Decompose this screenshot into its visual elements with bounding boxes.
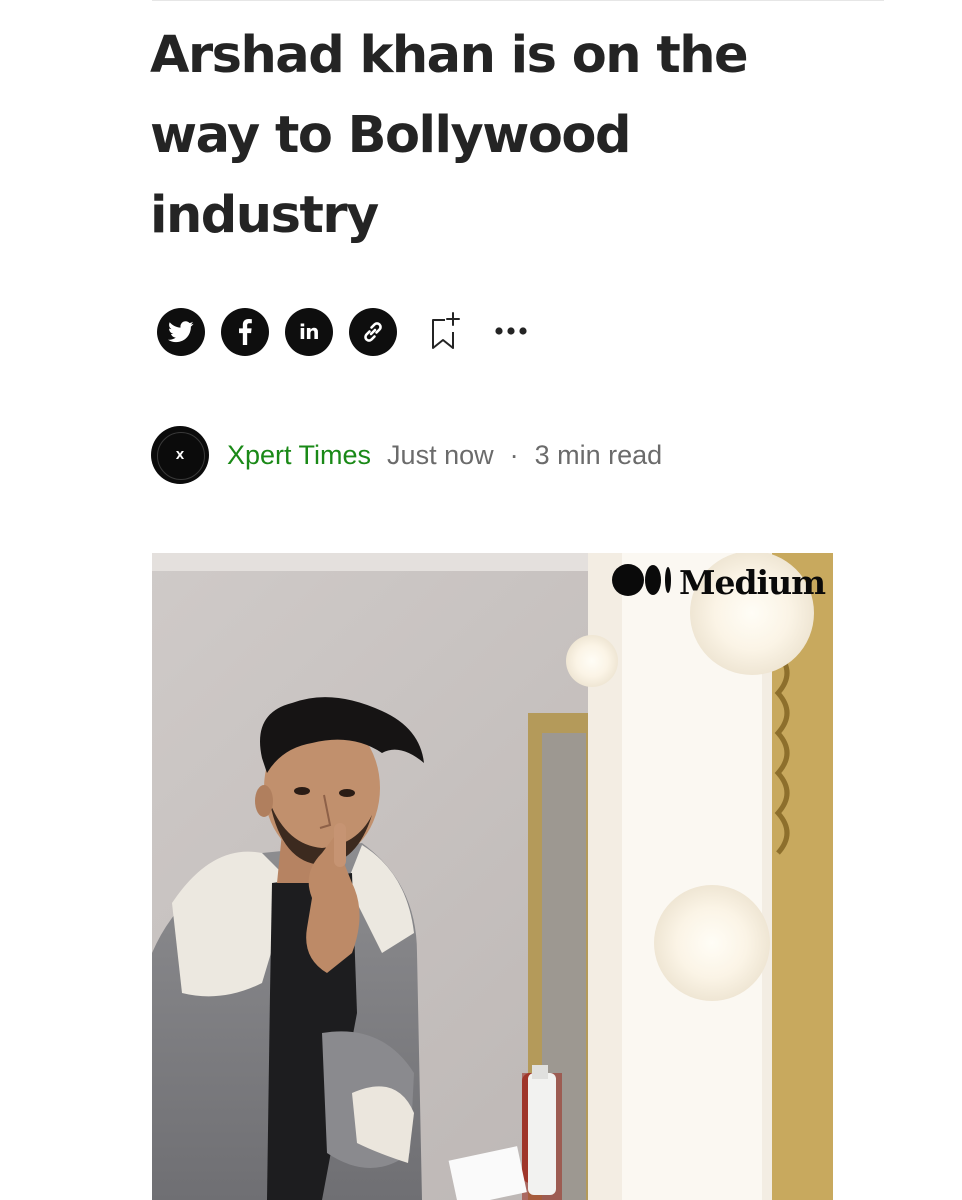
byline: X Xpert Times Just now · 3 min read — [151, 426, 662, 484]
posted-time: Just now — [387, 439, 494, 470]
meta-separator: · — [509, 439, 519, 470]
bookmark-plus-icon — [429, 310, 461, 355]
author-link[interactable]: Xpert Times — [227, 440, 371, 471]
share-bar: in — [157, 308, 529, 356]
copy-link-button[interactable] — [349, 308, 397, 356]
facebook-icon — [238, 319, 252, 345]
medium-logo-icon — [611, 563, 673, 602]
share-facebook-button[interactable] — [221, 308, 269, 356]
medium-watermark: Medium — [611, 563, 826, 602]
avatar-letter: X — [175, 448, 185, 462]
save-button[interactable] — [429, 310, 461, 355]
hero-photo — [152, 553, 833, 1200]
more-options-button[interactable] — [493, 312, 529, 352]
author-avatar[interactable]: X — [151, 426, 209, 484]
read-time: 3 min read — [534, 439, 663, 470]
link-icon — [359, 318, 387, 346]
medium-wordmark: Medium — [678, 563, 826, 602]
article-title: Arshad khan is on the way to Bollywood i… — [150, 26, 749, 245]
linkedin-icon: in — [298, 320, 320, 344]
share-twitter-button[interactable] — [157, 308, 205, 356]
more-horizontal-icon — [494, 323, 528, 341]
top-divider — [152, 0, 884, 1]
twitter-icon — [168, 321, 194, 343]
hero-image: Medium — [152, 553, 833, 1200]
share-linkedin-button[interactable]: in — [285, 308, 333, 356]
